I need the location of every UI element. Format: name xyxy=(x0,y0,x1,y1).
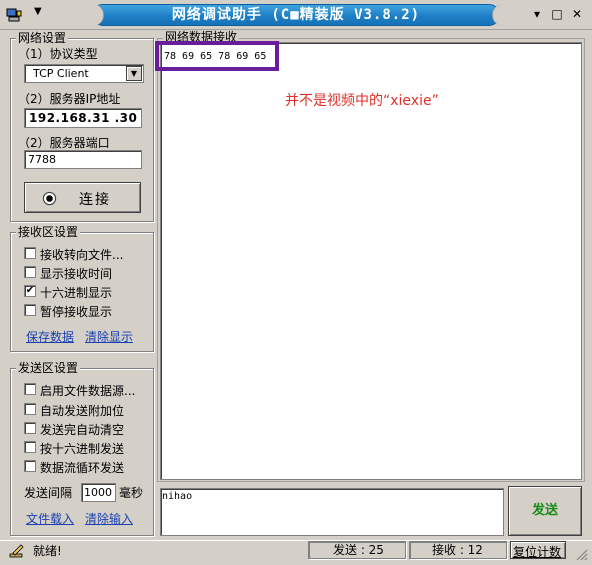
checkbox[interactable] xyxy=(24,247,36,259)
chevron-down-icon: ▼ xyxy=(34,6,42,17)
received-hex-data: 78 69 65 78 69 65 xyxy=(164,51,267,62)
protocol-label: （1）协议类型 xyxy=(18,47,98,61)
checkbox[interactable] xyxy=(24,460,36,472)
ip-value: 192.168.31 .30 xyxy=(29,111,138,125)
annotation-text: 并不是视频中的“xiexie” xyxy=(285,93,439,109)
system-menu[interactable]: ▼ xyxy=(4,5,48,25)
save-data-link[interactable]: 保存数据 xyxy=(26,328,74,345)
send-settings-title: 发送区设置 xyxy=(16,361,81,375)
checkbox-checked[interactable]: ✔ xyxy=(24,285,36,297)
interval-input[interactable]: 1000 xyxy=(81,483,116,502)
title-pill: 网络调试助手 (C■精装版 V3.8.2) xyxy=(92,4,500,26)
interval-value: 1000 xyxy=(84,486,112,499)
title-right-wing xyxy=(492,4,532,26)
record-icon xyxy=(42,191,57,206)
resize-grip-icon[interactable] xyxy=(574,547,588,561)
protocol-value: TCP Client xyxy=(33,67,89,80)
title-bar: ▼ 网络调试助手 (C■精装版 V3.8.2) ▾ □ ✕ xyxy=(0,0,592,30)
status-pen-icon xyxy=(9,544,24,558)
checkbox[interactable] xyxy=(24,304,36,316)
network-settings-title: 网络设置 xyxy=(16,31,69,45)
send-text-area[interactable] xyxy=(160,488,504,536)
recv-count-panel: 接收 : 12 xyxy=(409,541,507,559)
reset-count-label: 复位计数 xyxy=(513,545,562,559)
send-count-panel: 发送 : 25 xyxy=(308,541,406,559)
chevron-down-icon[interactable]: ▼ xyxy=(126,66,142,81)
interval-unit: 毫秒 xyxy=(119,486,144,500)
minimize-button[interactable]: ▾ xyxy=(530,6,544,22)
title-left-wing xyxy=(48,4,104,26)
window-controls: ▾ □ ✕ xyxy=(530,6,584,24)
ip-label: （2）服务器IP地址 xyxy=(18,92,121,106)
send-text: nihao xyxy=(162,491,193,502)
receive-settings-title: 接收区设置 xyxy=(16,225,81,239)
status-ready: 就绪! xyxy=(33,544,62,558)
checkbox[interactable] xyxy=(24,266,36,278)
send-count: 发送 : 25 xyxy=(333,543,384,557)
interval-label: 发送间隔 xyxy=(24,486,73,500)
clear-display-link[interactable]: 清除显示 xyxy=(85,328,133,345)
recv-count: 接收 : 12 xyxy=(432,543,483,557)
send-button[interactable]: 发送 xyxy=(508,486,582,536)
app-icon xyxy=(6,8,22,22)
checkbox[interactable] xyxy=(24,403,36,415)
load-file-link[interactable]: 文件载入 xyxy=(26,510,74,527)
checkbox[interactable] xyxy=(24,383,36,395)
clear-input-link[interactable]: 清除输入 xyxy=(85,510,133,527)
window-title: 网络调试助手 (C■精装版 V3.8.2) xyxy=(171,7,421,23)
reset-count-button[interactable]: 复位计数 xyxy=(510,541,566,559)
ip-input[interactable]: 192.168.31 .30 xyxy=(24,108,142,128)
port-value: 7788 xyxy=(28,153,56,166)
checkbox[interactable] xyxy=(24,422,36,434)
port-label: （2）服务器端口 xyxy=(18,136,110,150)
port-input[interactable]: 7788 xyxy=(24,150,142,169)
close-button[interactable]: ✕ xyxy=(570,6,584,22)
protocol-select[interactable]: TCP Client ▼ xyxy=(24,64,144,83)
maximize-button[interactable]: □ xyxy=(550,6,564,22)
checkbox[interactable] xyxy=(24,441,36,453)
connect-label: 连接 xyxy=(79,192,111,208)
connect-button[interactable]: 连接 xyxy=(24,182,141,213)
